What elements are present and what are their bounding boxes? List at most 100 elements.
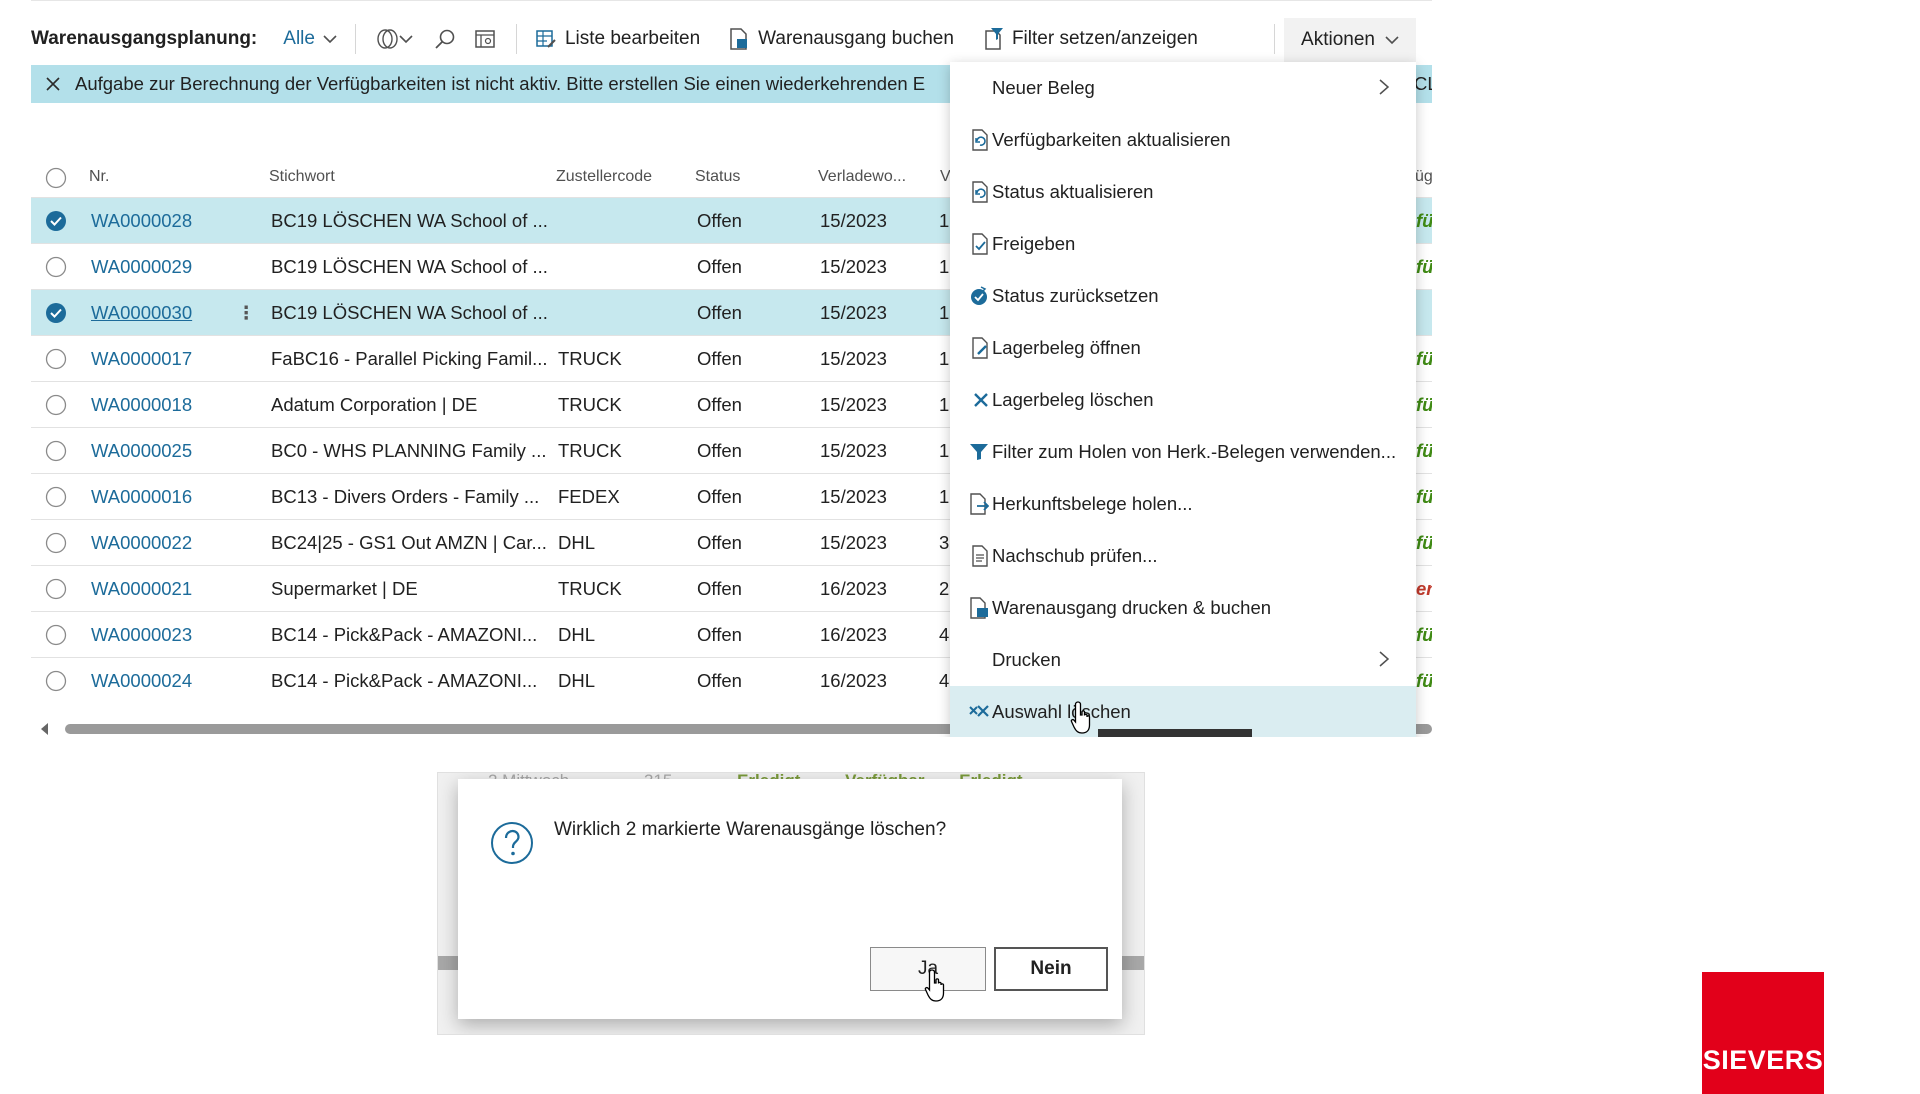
verladewoche-cell: 16/2023	[820, 624, 887, 645]
shipment-number-link[interactable]: WA0000025	[91, 440, 192, 462]
availability-cell: fü	[1416, 394, 1432, 415]
header-verladewoche[interactable]: Verladewo...	[818, 168, 906, 186]
status-cell: Offen	[697, 348, 742, 369]
no-button[interactable]: Nein	[994, 947, 1108, 991]
view-filter-dropdown[interactable]: Alle	[283, 28, 337, 50]
row-select-checkbox[interactable]	[45, 624, 67, 646]
notification-overflow-text: CL	[1414, 73, 1432, 94]
availability-cell: fü	[1416, 624, 1432, 645]
menu-item-verfügbarkeiten-aktualisieren[interactable]: Verfügbarkeiten aktualisieren	[950, 114, 1416, 166]
shipment-number-link[interactable]: WA0000023	[91, 624, 192, 646]
header-stichwort[interactable]: Stichwort	[269, 168, 335, 186]
zustellercode-cell: DHL	[558, 532, 596, 553]
availability-cell: fü	[1416, 670, 1432, 691]
action-bar: Warenausgangsplanung: Alle Liste bearbei…	[31, 18, 1432, 62]
analysis-mode-button[interactable]	[374, 26, 418, 52]
header-zustellercode[interactable]: Zustellercode	[556, 168, 652, 186]
shipment-number-link[interactable]: WA0000016	[91, 486, 192, 508]
menu-item-filter-zum-holen-von-herk-belegen-verwenden[interactable]: Filter zum Holen von Herk.-Belegen verwe…	[950, 426, 1416, 478]
yes-button[interactable]: Ja	[870, 947, 986, 991]
circle-checked-icon	[46, 211, 66, 231]
shipment-number-link[interactable]: WA0000022	[91, 532, 192, 554]
menu-item-label: Lagerbeleg löschen	[992, 389, 1154, 410]
scroll-left-icon[interactable]	[41, 723, 48, 735]
shipment-number-link[interactable]: WA0000024	[91, 670, 192, 692]
row-select-checkbox[interactable]	[45, 486, 67, 508]
header-last-column[interactable]: üg	[1415, 168, 1432, 186]
menu-item-lagerbeleg-öffnen[interactable]: Lagerbeleg öffnen	[950, 322, 1416, 374]
menu-item-warenausgang-drucken-buchen[interactable]: Warenausgang drucken & buchen	[950, 582, 1416, 634]
tooltip-edge	[1098, 729, 1252, 737]
select-all-checkbox[interactable]	[45, 167, 67, 189]
filter-pane-icon	[475, 30, 495, 48]
toolbar-divider	[354, 24, 356, 54]
menu-item-neuer-beleg[interactable]: Neuer Beleg	[950, 62, 1416, 114]
row-select-checkbox[interactable]	[45, 532, 67, 554]
notification-text: Aufgabe zur Berechnung der Verfügbarkeit…	[75, 73, 926, 94]
next-column-cell: 2	[939, 578, 950, 599]
shipment-number-link[interactable]: WA0000030	[91, 302, 192, 324]
row-select-checkbox[interactable]	[45, 394, 67, 416]
edit-list-button[interactable]: Liste bearbeiten	[535, 28, 700, 50]
menu-item-herkunftsbelege-holen[interactable]: Herkunftsbelege holen...	[950, 478, 1416, 530]
row-select-checkbox[interactable]	[45, 440, 67, 462]
status-cell: Offen	[697, 624, 742, 645]
menu-item-status-zurücksetzen[interactable]: Status zurücksetzen	[950, 270, 1416, 322]
row-actions-button[interactable]: ⋮	[237, 302, 256, 324]
document-refresh-icon	[950, 181, 992, 203]
menu-item-freigeben[interactable]: Freigeben	[950, 218, 1416, 270]
zustellercode-cell: DHL	[558, 624, 596, 645]
circle-unchecked-icon	[45, 670, 67, 692]
filter-pane-button[interactable]	[472, 26, 498, 52]
header-nr[interactable]: Nr.	[89, 168, 109, 186]
row-select-checkbox[interactable]	[45, 578, 67, 600]
status-cell: Offen	[697, 394, 742, 415]
shipment-number-link[interactable]: WA0000021	[91, 578, 192, 600]
menu-item-label: Freigeben	[992, 233, 1076, 254]
stichwort-cell: BC19 LÖSCHEN WA School of ...	[271, 256, 548, 277]
shipment-number-link[interactable]: WA0000028	[91, 210, 192, 232]
stichwort-cell: BC19 LÖSCHEN WA School of ...	[271, 210, 548, 231]
post-shipment-button[interactable]: Warenausgang buchen	[728, 27, 954, 51]
menu-item-label: Status aktualisieren	[992, 181, 1154, 202]
actions-dropdown-menu: Neuer Beleg Verfügbarkeiten aktualisieren…	[950, 62, 1416, 737]
logo-text: SIEVERS	[1702, 1045, 1824, 1075]
menu-item-label: Herkunftsbelege holen...	[992, 493, 1193, 514]
status-cell: Offen	[697, 302, 742, 323]
actions-menu-button[interactable]: Aktionen	[1284, 18, 1416, 62]
circle-unchecked-icon	[45, 486, 67, 508]
verladewoche-cell: 15/2023	[820, 210, 887, 231]
panel-top-border	[31, 0, 1432, 10]
row-select-checkbox[interactable]	[45, 670, 67, 692]
stichwort-cell: BC0 - WHS PLANNING Family ...	[271, 440, 547, 461]
chevron-right-icon	[1379, 651, 1390, 667]
shipment-number-link[interactable]: WA0000018	[91, 394, 192, 416]
header-status[interactable]: Status	[695, 168, 740, 186]
next-column-cell: 4	[939, 670, 950, 691]
menu-item-status-aktualisieren[interactable]: Status aktualisieren	[950, 166, 1416, 218]
edit-list-label: Liste bearbeiten	[564, 28, 701, 49]
menu-item-nachschub-prüfen[interactable]: Nachschub prüfen...	[950, 530, 1416, 582]
row-select-checkbox[interactable]	[45, 348, 67, 370]
search-button[interactable]	[432, 26, 458, 52]
zustellercode-cell: TRUCK	[558, 578, 622, 599]
stichwort-cell: FaBC16 - Parallel Picking Famil...	[271, 348, 548, 369]
print-post-icon	[950, 597, 992, 619]
row-select-checkbox[interactable]	[45, 302, 67, 324]
shipment-number-link[interactable]: WA0000029	[91, 256, 192, 278]
delete-selection-icon	[950, 704, 992, 720]
next-column-cell: 1	[939, 348, 950, 369]
toolbar-divider	[515, 24, 517, 54]
dismiss-notification-button[interactable]	[31, 76, 75, 92]
menu-item-drucken[interactable]: Drucken	[950, 634, 1416, 686]
shipment-number-link[interactable]: WA0000017	[91, 348, 192, 370]
menu-item-label: Auswahl löschen	[992, 701, 1131, 722]
set-filter-button[interactable]: Filter setzen/anzeigen	[982, 27, 1198, 51]
zustellercode-cell: FEDEX	[558, 486, 620, 507]
row-select-checkbox[interactable]	[45, 210, 67, 232]
row-select-checkbox[interactable]	[45, 256, 67, 278]
circle-unchecked-icon	[45, 167, 67, 189]
next-column-cell: 1	[939, 256, 950, 277]
verladewoche-cell: 15/2023	[820, 532, 887, 553]
menu-item-lagerbeleg-löschen[interactable]: Lagerbeleg löschen	[950, 374, 1416, 426]
